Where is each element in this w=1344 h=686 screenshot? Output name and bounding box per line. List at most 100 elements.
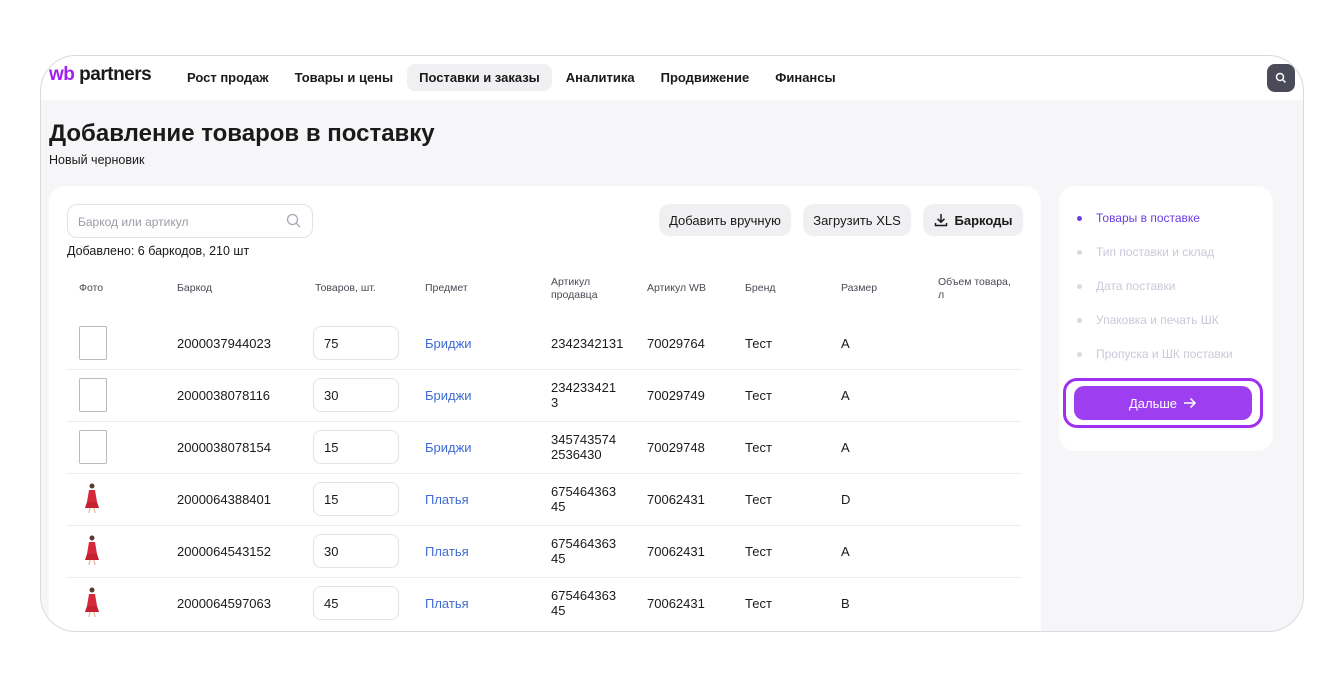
quantity-input[interactable]: 30 xyxy=(313,534,399,568)
search-icon xyxy=(286,213,301,228)
subject-link[interactable]: Платья xyxy=(425,492,469,507)
col-header-size: Размер xyxy=(841,282,878,294)
step-dot xyxy=(1077,317,1082,323)
size-cell: A xyxy=(841,440,850,455)
barcode-cell: 2000064597063 xyxy=(177,596,271,611)
quantity-input[interactable]: 75 xyxy=(313,326,399,360)
quantity-input[interactable]: 45 xyxy=(313,586,399,620)
barcodes-download-button[interactable]: Баркоды xyxy=(923,204,1023,236)
product-photo xyxy=(79,430,107,464)
top-navigation-bar: wb partners Рост продаж Товары и цены По… xyxy=(41,56,1303,100)
subject-link[interactable]: Бриджи xyxy=(425,440,472,455)
subject-link[interactable]: Бриджи xyxy=(425,388,472,403)
col-header-volume: Объем товара, л xyxy=(938,276,1011,301)
subject-link[interactable]: Бриджи xyxy=(425,336,472,351)
table-row[interactable]: 2000038078116 30 Бриджи 234233421 3 7002… xyxy=(67,370,1021,422)
upload-xls-button[interactable]: Загрузить XLS xyxy=(803,204,911,236)
size-cell: A xyxy=(841,544,850,559)
step-dot xyxy=(1077,283,1082,289)
step-packing[interactable]: Упаковка и печать ШК xyxy=(1077,313,1219,327)
table-row[interactable]: 2000037944023 75 Бриджи 2342342131 70029… xyxy=(67,318,1021,370)
wb-article-cell: 70062431 xyxy=(647,544,705,559)
search-input[interactable]: Баркод или артикул xyxy=(67,204,313,238)
brand-cell: Тест xyxy=(745,544,772,559)
steps-sidebar: Товары в поставке Тип поставки и склад Д… xyxy=(1059,186,1273,451)
barcode-cell: 2000064543152 xyxy=(177,544,271,559)
wb-partners-logo[interactable]: wb partners xyxy=(49,64,152,86)
wb-article-cell: 70029764 xyxy=(647,336,705,351)
col-header-qty: Товаров, шт. xyxy=(315,282,376,294)
dress-photo-icon xyxy=(85,535,99,566)
search-icon xyxy=(1275,72,1287,84)
nav-item-supplies-orders[interactable]: Поставки и заказы xyxy=(407,64,552,91)
dress-photo-icon xyxy=(85,483,99,514)
col-header-barcode: Баркод xyxy=(177,282,213,294)
nav-item-analytics[interactable]: Аналитика xyxy=(554,64,647,91)
step-dot xyxy=(1077,351,1082,357)
barcode-cell: 2000038078154 xyxy=(177,440,271,455)
size-cell: A xyxy=(841,336,850,351)
table-row[interactable]: 2000064388401 15 Платья 675464363 45 700… xyxy=(67,474,1021,526)
seller-article-cell: 675464363 45 xyxy=(551,484,617,514)
step-passes[interactable]: Пропуска и ШК поставки xyxy=(1077,347,1233,361)
arrow-right-icon xyxy=(1184,397,1197,409)
size-cell: D xyxy=(841,492,851,507)
table-row[interactable]: 2000038078154 15 Бриджи 345743574 253643… xyxy=(67,422,1021,474)
global-search-button[interactable] xyxy=(1267,64,1295,92)
wb-article-cell: 70062431 xyxy=(647,596,705,611)
seller-article-cell: 675464363 45 xyxy=(551,588,617,618)
nav-item-sales-growth[interactable]: Рост продаж xyxy=(175,64,281,91)
size-cell: B xyxy=(841,596,850,611)
nav-item-promotion[interactable]: Продвижение xyxy=(649,64,762,91)
step-dot xyxy=(1077,249,1082,255)
search-placeholder: Баркод или артикул xyxy=(78,215,189,229)
page-subtitle: Новый черновик xyxy=(49,153,145,167)
subject-link[interactable]: Платья xyxy=(425,544,469,559)
barcode-cell: 2000038078116 xyxy=(177,388,271,403)
subject-link[interactable]: Платья xyxy=(425,596,469,611)
quantity-input[interactable]: 15 xyxy=(313,430,399,464)
brand-cell: Тест xyxy=(745,492,772,507)
seller-article-cell: 675464363 45 xyxy=(551,536,617,566)
barcode-cell: 2000064388401 xyxy=(177,492,271,507)
barcode-cell: 2000037944023 xyxy=(177,336,271,351)
quantity-input[interactable]: 15 xyxy=(313,482,399,516)
brand-cell: Тест xyxy=(745,336,772,351)
products-panel: Баркод или артикул Добавить вручную Загр… xyxy=(49,186,1041,631)
seller-article-cell: 2342342131 xyxy=(551,336,624,351)
main-nav: Рост продаж Товары и цены Поставки и зак… xyxy=(175,64,848,91)
nav-item-products-prices[interactable]: Товары и цены xyxy=(283,64,406,91)
step-supply-type[interactable]: Тип поставки и склад xyxy=(1077,245,1214,259)
barcodes-label: Баркоды xyxy=(954,212,1013,228)
product-photo xyxy=(79,326,107,360)
seller-article-cell: 234233421 3 xyxy=(551,380,617,410)
step-supply-date[interactable]: Дата поставки xyxy=(1077,279,1175,293)
col-header-photo: Фото xyxy=(79,282,104,294)
page-title: Добавление товаров в поставку xyxy=(49,120,435,147)
added-summary: Добавлено: 6 баркодов, 210 шт xyxy=(67,244,250,258)
download-icon xyxy=(934,214,947,227)
step-dot xyxy=(1077,215,1082,221)
add-manual-button[interactable]: Добавить вручную xyxy=(659,204,791,236)
col-header-brand: Бренд xyxy=(745,282,776,294)
brand-cell: Тест xyxy=(745,440,772,455)
col-header-seller-article: Артикул продавца xyxy=(551,276,598,301)
next-button-highlight: Дальше xyxy=(1063,378,1263,428)
wb-article-cell: 70062431 xyxy=(647,492,705,507)
col-header-wb-article: Артикул WB xyxy=(647,282,706,294)
nav-item-finance[interactable]: Финансы xyxy=(763,64,847,91)
quantity-input[interactable]: 30 xyxy=(313,378,399,412)
step-products[interactable]: Товары в поставке xyxy=(1077,211,1200,225)
table-row[interactable]: 2000064597063 45 Платья 675464363 45 700… xyxy=(67,578,1021,630)
seller-article-cell: 345743574 2536430 xyxy=(551,432,617,462)
table-row[interactable]: 2000064543152 30 Платья 675464363 45 700… xyxy=(67,526,1021,578)
col-header-subject: Предмет xyxy=(425,282,468,294)
next-button[interactable]: Дальше xyxy=(1074,386,1252,420)
wb-article-cell: 70029749 xyxy=(647,388,705,403)
app-frame: wb partners Рост продаж Товары и цены По… xyxy=(40,55,1304,632)
size-cell: A xyxy=(841,388,850,403)
brand-cell: Тест xyxy=(745,388,772,403)
brand-cell: Тест xyxy=(745,596,772,611)
dress-photo-icon xyxy=(85,587,99,618)
product-photo xyxy=(79,378,107,412)
